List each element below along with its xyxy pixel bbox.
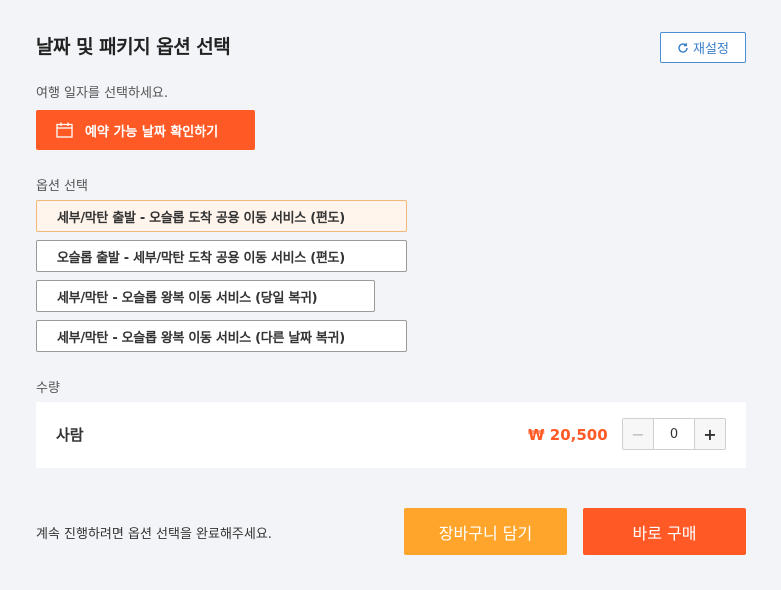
option-item[interactable]: 세부/막탄 - 오슬롭 왕복 이동 서비스 (당일 복귀) — [36, 280, 375, 312]
option-label: 세부/막탄 - 오슬롭 왕복 이동 서비스 (당일 복귀) — [57, 290, 318, 306]
buy-now-button[interactable]: 바로 구매 — [583, 508, 746, 555]
option-item[interactable]: 세부/막탄 - 오슬롭 왕복 이동 서비스 (다른 날짜 복귀) — [36, 320, 407, 352]
check-dates-button[interactable]: 예약 가능 날짜 확인하기 — [36, 110, 255, 150]
quantity-stepper: − 0 + — [622, 418, 726, 450]
decrement-button[interactable]: − — [623, 419, 654, 449]
add-to-cart-button[interactable]: 장바구니 담기 — [404, 508, 567, 555]
option-label: 세부/막탄 - 오슬롭 왕복 이동 서비스 (다른 날짜 복귀) — [57, 330, 345, 346]
quantity-label: 수량 — [36, 381, 60, 396]
price: ₩ 20,500 — [528, 426, 608, 444]
option-item[interactable]: 세부/막탄 출발 - 오슬롭 도착 공용 이동 서비스 (편도) — [36, 200, 407, 232]
quantity-panel: 사람 ₩ 20,500 − 0 + — [36, 402, 746, 468]
completion-note: 계속 진행하려면 옵션 선택을 완료해주세요. — [36, 527, 272, 542]
reset-label: 재설정 — [693, 42, 729, 57]
quantity-value[interactable]: 0 — [654, 419, 694, 449]
options-label: 옵션 선택 — [36, 179, 88, 194]
option-item[interactable]: 오슬롭 출발 - 세부/막탄 도착 공용 이동 서비스 (편도) — [36, 240, 407, 272]
reset-button[interactable]: 재설정 — [660, 32, 746, 63]
person-label: 사람 — [56, 426, 84, 444]
calendar-icon — [56, 122, 73, 138]
option-label: 오슬롭 출발 - 세부/막탄 도착 공용 이동 서비스 (편도) — [57, 250, 345, 266]
option-label: 세부/막탄 출발 - 오슬롭 도착 공용 이동 서비스 (편도) — [57, 210, 345, 226]
page-title: 날짜 및 패키지 옵션 선택 — [36, 36, 231, 58]
increment-button[interactable]: + — [694, 419, 725, 449]
refresh-icon — [678, 42, 688, 53]
date-instruction: 여행 일자를 선택하세요. — [36, 86, 168, 101]
check-dates-label: 예약 가능 날짜 확인하기 — [85, 124, 219, 140]
